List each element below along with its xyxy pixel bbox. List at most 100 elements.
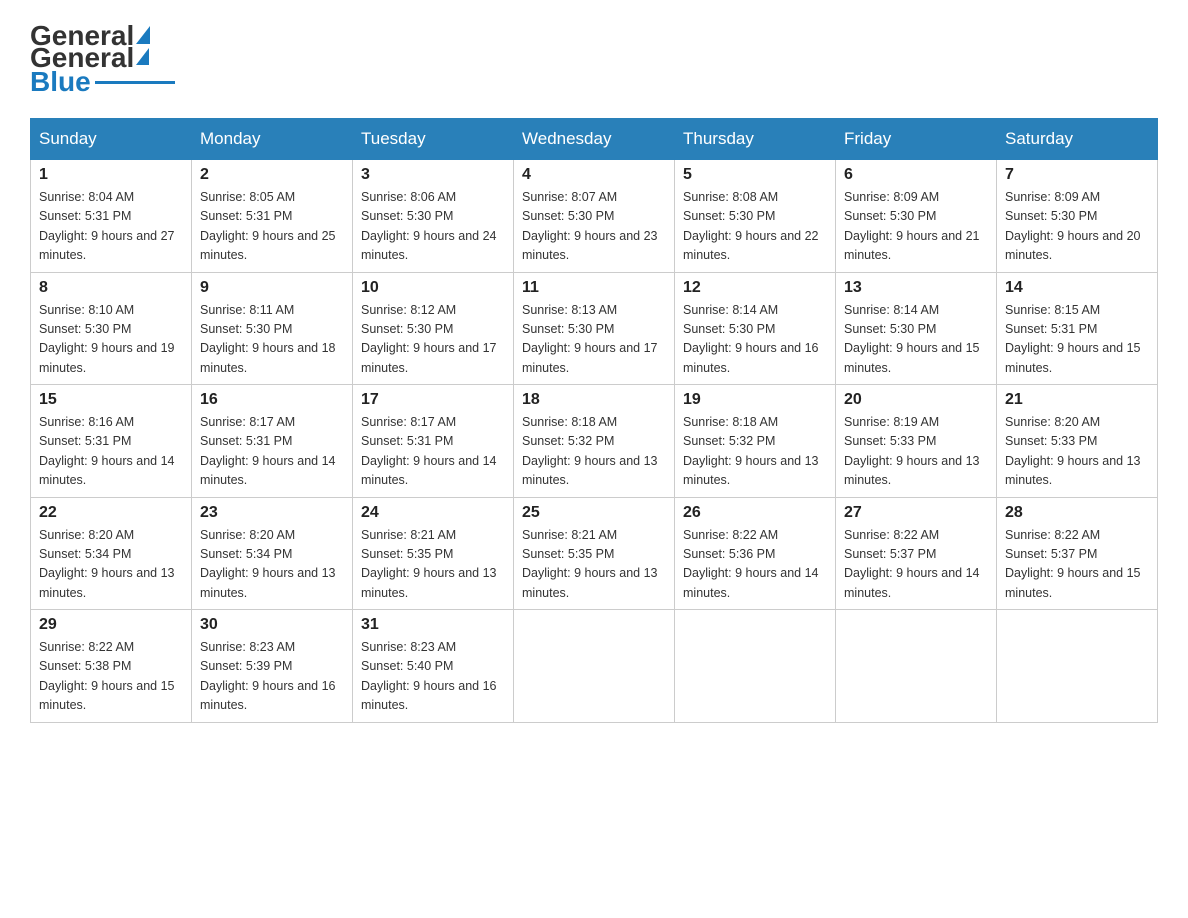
calendar-cell: 13 Sunrise: 8:14 AMSunset: 5:30 PMDaylig…	[836, 272, 997, 385]
day-number: 29	[39, 616, 183, 634]
day-number: 16	[200, 391, 344, 409]
weekday-header-sunday: Sunday	[31, 119, 192, 160]
day-info: Sunrise: 8:22 AMSunset: 5:36 PMDaylight:…	[683, 526, 827, 604]
logo-underline	[95, 81, 175, 84]
calendar-cell: 20 Sunrise: 8:19 AMSunset: 5:33 PMDaylig…	[836, 385, 997, 498]
day-info: Sunrise: 8:11 AMSunset: 5:30 PMDaylight:…	[200, 301, 344, 379]
day-info: Sunrise: 8:18 AMSunset: 5:32 PMDaylight:…	[522, 413, 666, 491]
calendar-cell	[675, 610, 836, 723]
day-info: Sunrise: 8:23 AMSunset: 5:40 PMDaylight:…	[361, 638, 505, 716]
week-row-5: 29 Sunrise: 8:22 AMSunset: 5:38 PMDaylig…	[31, 610, 1158, 723]
day-info: Sunrise: 8:09 AMSunset: 5:30 PMDaylight:…	[844, 188, 988, 266]
calendar-cell: 27 Sunrise: 8:22 AMSunset: 5:37 PMDaylig…	[836, 497, 997, 610]
calendar-cell: 11 Sunrise: 8:13 AMSunset: 5:30 PMDaylig…	[514, 272, 675, 385]
calendar-cell: 1 Sunrise: 8:04 AMSunset: 5:31 PMDayligh…	[31, 160, 192, 273]
day-info: Sunrise: 8:14 AMSunset: 5:30 PMDaylight:…	[844, 301, 988, 379]
calendar-cell: 24 Sunrise: 8:21 AMSunset: 5:35 PMDaylig…	[353, 497, 514, 610]
day-number: 3	[361, 166, 505, 184]
day-number: 23	[200, 504, 344, 522]
calendar-cell: 15 Sunrise: 8:16 AMSunset: 5:31 PMDaylig…	[31, 385, 192, 498]
day-info: Sunrise: 8:20 AMSunset: 5:34 PMDaylight:…	[200, 526, 344, 604]
day-number: 13	[844, 279, 988, 297]
calendar-cell: 3 Sunrise: 8:06 AMSunset: 5:30 PMDayligh…	[353, 160, 514, 273]
day-number: 12	[683, 279, 827, 297]
day-number: 24	[361, 504, 505, 522]
weekday-header-monday: Monday	[192, 119, 353, 160]
calendar-cell: 25 Sunrise: 8:21 AMSunset: 5:35 PMDaylig…	[514, 497, 675, 610]
day-info: Sunrise: 8:16 AMSunset: 5:31 PMDaylight:…	[39, 413, 183, 491]
day-info: Sunrise: 8:10 AMSunset: 5:30 PMDaylight:…	[39, 301, 183, 379]
day-number: 2	[200, 166, 344, 184]
day-info: Sunrise: 8:12 AMSunset: 5:30 PMDaylight:…	[361, 301, 505, 379]
day-info: Sunrise: 8:17 AMSunset: 5:31 PMDaylight:…	[361, 413, 505, 491]
day-info: Sunrise: 8:14 AMSunset: 5:30 PMDaylight:…	[683, 301, 827, 379]
page-header: General General Blue	[30, 20, 1158, 98]
day-info: Sunrise: 8:06 AMSunset: 5:30 PMDaylight:…	[361, 188, 505, 266]
day-info: Sunrise: 8:08 AMSunset: 5:30 PMDaylight:…	[683, 188, 827, 266]
day-number: 19	[683, 391, 827, 409]
weekday-header-row: SundayMondayTuesdayWednesdayThursdayFrid…	[31, 119, 1158, 160]
day-number: 17	[361, 391, 505, 409]
calendar-cell: 17 Sunrise: 8:17 AMSunset: 5:31 PMDaylig…	[353, 385, 514, 498]
week-row-4: 22 Sunrise: 8:20 AMSunset: 5:34 PMDaylig…	[31, 497, 1158, 610]
day-info: Sunrise: 8:22 AMSunset: 5:37 PMDaylight:…	[1005, 526, 1149, 604]
weekday-header-thursday: Thursday	[675, 119, 836, 160]
calendar-cell: 5 Sunrise: 8:08 AMSunset: 5:30 PMDayligh…	[675, 160, 836, 273]
day-number: 30	[200, 616, 344, 634]
weekday-header-tuesday: Tuesday	[353, 119, 514, 160]
calendar-cell: 4 Sunrise: 8:07 AMSunset: 5:30 PMDayligh…	[514, 160, 675, 273]
day-info: Sunrise: 8:20 AMSunset: 5:33 PMDaylight:…	[1005, 413, 1149, 491]
day-number: 5	[683, 166, 827, 184]
day-info: Sunrise: 8:21 AMSunset: 5:35 PMDaylight:…	[522, 526, 666, 604]
day-number: 25	[522, 504, 666, 522]
day-info: Sunrise: 8:22 AMSunset: 5:37 PMDaylight:…	[844, 526, 988, 604]
calendar-cell: 9 Sunrise: 8:11 AMSunset: 5:30 PMDayligh…	[192, 272, 353, 385]
day-info: Sunrise: 8:21 AMSunset: 5:35 PMDaylight:…	[361, 526, 505, 604]
week-row-1: 1 Sunrise: 8:04 AMSunset: 5:31 PMDayligh…	[31, 160, 1158, 273]
calendar-cell: 8 Sunrise: 8:10 AMSunset: 5:30 PMDayligh…	[31, 272, 192, 385]
calendar-cell: 21 Sunrise: 8:20 AMSunset: 5:33 PMDaylig…	[997, 385, 1158, 498]
logo-chevron-icon	[136, 48, 149, 65]
calendar-cell: 12 Sunrise: 8:14 AMSunset: 5:30 PMDaylig…	[675, 272, 836, 385]
day-number: 1	[39, 166, 183, 184]
day-info: Sunrise: 8:05 AMSunset: 5:31 PMDaylight:…	[200, 188, 344, 266]
calendar-cell: 14 Sunrise: 8:15 AMSunset: 5:31 PMDaylig…	[997, 272, 1158, 385]
day-number: 27	[844, 504, 988, 522]
day-info: Sunrise: 8:22 AMSunset: 5:38 PMDaylight:…	[39, 638, 183, 716]
day-number: 26	[683, 504, 827, 522]
day-info: Sunrise: 8:13 AMSunset: 5:30 PMDaylight:…	[522, 301, 666, 379]
day-number: 20	[844, 391, 988, 409]
calendar-cell: 30 Sunrise: 8:23 AMSunset: 5:39 PMDaylig…	[192, 610, 353, 723]
calendar-cell: 19 Sunrise: 8:18 AMSunset: 5:32 PMDaylig…	[675, 385, 836, 498]
day-info: Sunrise: 8:15 AMSunset: 5:31 PMDaylight:…	[1005, 301, 1149, 379]
calendar-cell: 2 Sunrise: 8:05 AMSunset: 5:31 PMDayligh…	[192, 160, 353, 273]
calendar-table: SundayMondayTuesdayWednesdayThursdayFrid…	[30, 118, 1158, 723]
day-info: Sunrise: 8:17 AMSunset: 5:31 PMDaylight:…	[200, 413, 344, 491]
day-info: Sunrise: 8:09 AMSunset: 5:30 PMDaylight:…	[1005, 188, 1149, 266]
calendar-cell: 22 Sunrise: 8:20 AMSunset: 5:34 PMDaylig…	[31, 497, 192, 610]
day-number: 22	[39, 504, 183, 522]
calendar-cell	[836, 610, 997, 723]
calendar-cell: 10 Sunrise: 8:12 AMSunset: 5:30 PMDaylig…	[353, 272, 514, 385]
weekday-header-wednesday: Wednesday	[514, 119, 675, 160]
weekday-header-friday: Friday	[836, 119, 997, 160]
logo-blue-label: Blue	[30, 66, 91, 98]
day-number: 8	[39, 279, 183, 297]
calendar-cell: 6 Sunrise: 8:09 AMSunset: 5:30 PMDayligh…	[836, 160, 997, 273]
calendar-cell	[514, 610, 675, 723]
day-number: 31	[361, 616, 505, 634]
day-info: Sunrise: 8:04 AMSunset: 5:31 PMDaylight:…	[39, 188, 183, 266]
day-info: Sunrise: 8:07 AMSunset: 5:30 PMDaylight:…	[522, 188, 666, 266]
day-info: Sunrise: 8:20 AMSunset: 5:34 PMDaylight:…	[39, 526, 183, 604]
calendar-cell: 28 Sunrise: 8:22 AMSunset: 5:37 PMDaylig…	[997, 497, 1158, 610]
calendar-cell: 29 Sunrise: 8:22 AMSunset: 5:38 PMDaylig…	[31, 610, 192, 723]
day-info: Sunrise: 8:23 AMSunset: 5:39 PMDaylight:…	[200, 638, 344, 716]
day-number: 18	[522, 391, 666, 409]
day-number: 21	[1005, 391, 1149, 409]
weekday-header-saturday: Saturday	[997, 119, 1158, 160]
day-number: 7	[1005, 166, 1149, 184]
day-number: 10	[361, 279, 505, 297]
week-row-3: 15 Sunrise: 8:16 AMSunset: 5:31 PMDaylig…	[31, 385, 1158, 498]
day-number: 6	[844, 166, 988, 184]
logo-area: General General Blue	[30, 20, 175, 98]
